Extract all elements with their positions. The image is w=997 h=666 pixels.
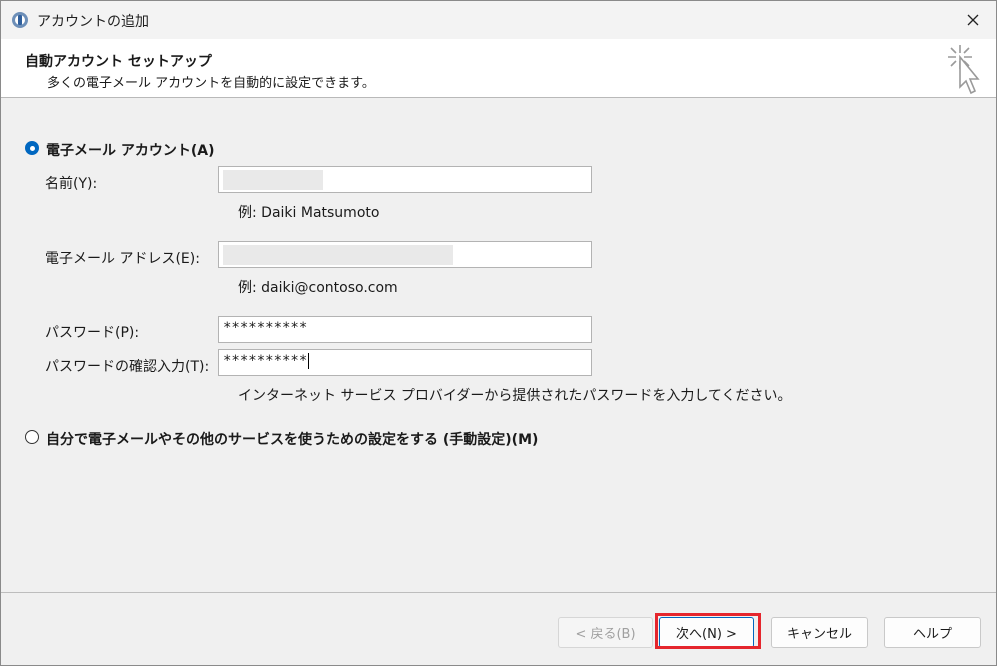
outlook-app-icon	[12, 12, 28, 28]
close-button[interactable]	[950, 1, 996, 39]
email-account-radio[interactable]	[25, 141, 39, 155]
cancel-button[interactable]: キャンセル	[771, 617, 868, 648]
header-title: 自動アカウント セットアップ	[25, 54, 212, 70]
redacted-email	[223, 245, 453, 265]
name-input[interactable]	[218, 166, 592, 193]
manual-setup-radio[interactable]	[25, 430, 39, 444]
text-caret	[308, 353, 310, 369]
help-button[interactable]: ヘルプ	[884, 617, 981, 648]
window-title: アカウントの追加	[37, 14, 149, 30]
password-hint: インターネット サービス プロバイダーから提供されたパスワードを入力してください…	[238, 388, 792, 404]
name-example: 例: Daiki Matsumoto	[238, 205, 380, 221]
email-example: 例: daiki@contoso.com	[238, 280, 398, 296]
sparkle-cursor-icon	[948, 45, 980, 95]
wizard-header: 自動アカウント セットアップ 多くの電子メール アカウントを自動的に設定できます…	[1, 39, 996, 98]
password-value: **********	[223, 320, 308, 336]
confirm-password-value: **********	[223, 353, 308, 369]
confirm-password-label: パスワードの確認入力(T):	[45, 359, 210, 375]
email-address-input[interactable]	[218, 241, 592, 268]
name-label: 名前(Y):	[45, 176, 98, 192]
confirm-password-input[interactable]: **********	[218, 349, 592, 376]
back-button[interactable]: < 戻る(B)	[558, 617, 653, 648]
email-account-radio-label[interactable]: 電子メール アカウント(A)	[46, 140, 215, 160]
next-button-highlight	[655, 613, 761, 649]
header-subtitle: 多くの電子メール アカウントを自動的に設定できます。	[47, 76, 375, 91]
add-account-dialog: アカウントの追加 自動アカウント セットアップ 多くの電子メール アカウントを自…	[0, 0, 997, 666]
manual-setup-radio-label[interactable]: 自分で電子メールやその他のサービスを使うための設定をする (手動設定)(M)	[46, 429, 538, 449]
footer-divider	[1, 592, 996, 593]
redacted-name	[223, 170, 323, 190]
password-input[interactable]: **********	[218, 316, 592, 343]
email-address-label: 電子メール アドレス(E):	[45, 251, 200, 267]
title-bar: アカウントの追加	[1, 1, 996, 39]
password-label: パスワード(P):	[45, 325, 140, 341]
close-icon	[967, 14, 979, 26]
